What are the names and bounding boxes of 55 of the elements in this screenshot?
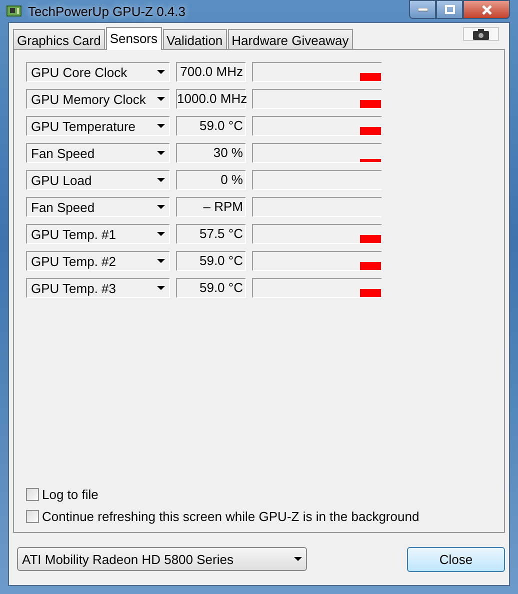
sensor-dropdown[interactable]: GPU Temp. #1 xyxy=(26,224,170,244)
camera-icon xyxy=(473,28,489,40)
close-dialog-button[interactable]: Close xyxy=(407,546,505,572)
dropdown-arrow-icon xyxy=(157,124,165,128)
dropdown-arrow-icon xyxy=(157,178,165,182)
graph-trace xyxy=(360,73,381,81)
tab[interactable]: Validation xyxy=(162,29,227,49)
sensor-value: 59.0 °C xyxy=(176,251,246,271)
sensor-value: – RPM xyxy=(176,197,246,217)
checkbox-label: Log to file xyxy=(42,487,98,502)
graphics-card-icon xyxy=(6,4,22,18)
sensor-dropdown[interactable]: GPU Temperature xyxy=(26,116,170,136)
sensor-value: 1000.0 MHz xyxy=(176,89,246,109)
minimize-icon xyxy=(418,8,428,12)
graph-trace xyxy=(360,235,381,243)
screenshot-button[interactable] xyxy=(463,27,499,41)
sensor-dropdown[interactable]: GPU Temp. #3 xyxy=(26,278,170,298)
checkbox[interactable] xyxy=(26,510,39,523)
graph-trace xyxy=(360,159,381,162)
sensor-dropdown[interactable]: GPU Load xyxy=(26,170,170,190)
tab[interactable]: Graphics Card xyxy=(13,29,105,49)
sensor-value: 0 % xyxy=(176,170,246,190)
maximize-icon xyxy=(444,5,454,14)
dropdown-arrow-icon xyxy=(157,259,165,263)
sensor-dropdown[interactable]: GPU Core Clock xyxy=(26,62,170,82)
dropdown-arrow-icon xyxy=(294,557,302,561)
checkbox[interactable] xyxy=(26,488,39,501)
sensor-value: 700.0 MHz xyxy=(176,62,246,82)
sensor-value: 59.0 °C xyxy=(176,278,246,298)
graph-trace xyxy=(360,127,381,135)
dropdown-arrow-icon xyxy=(157,232,165,236)
close-button[interactable] xyxy=(463,0,510,19)
sensor-dropdown[interactable]: GPU Temp. #2 xyxy=(26,251,170,271)
sensor-value: 30 % xyxy=(176,143,246,163)
graph-trace xyxy=(360,262,381,270)
minimize-button[interactable] xyxy=(409,0,436,19)
dropdown-arrow-icon xyxy=(157,151,165,155)
tab[interactable]: Sensors xyxy=(106,27,162,50)
sensor-dropdown[interactable]: Fan Speed xyxy=(26,197,170,217)
dropdown-arrow-icon xyxy=(157,70,165,74)
sensor-value: 59.0 °C xyxy=(176,116,246,136)
sensor-value: 57.5 °C xyxy=(176,224,246,244)
close-icon xyxy=(480,4,492,14)
sensor-dropdown[interactable]: Fan Speed xyxy=(26,143,170,163)
window-title: TechPowerUp GPU-Z 0.4.3 xyxy=(28,4,186,18)
tab[interactable]: Hardware Giveaway xyxy=(228,29,353,49)
sensor-dropdown[interactable]: GPU Memory Clock xyxy=(26,89,170,109)
dropdown-arrow-icon xyxy=(157,97,165,101)
dropdown-arrow-icon xyxy=(157,205,165,209)
maximize-button[interactable] xyxy=(436,0,463,19)
dropdown-arrow-icon xyxy=(157,286,165,290)
graph-trace xyxy=(360,100,381,108)
checkbox-label: Continue refreshing this screen while GPU-Z is in the background xyxy=(42,509,420,524)
graph-trace xyxy=(360,289,381,297)
device-dropdown[interactable]: ATI Mobility Radeon HD 5800 Series xyxy=(17,547,307,571)
